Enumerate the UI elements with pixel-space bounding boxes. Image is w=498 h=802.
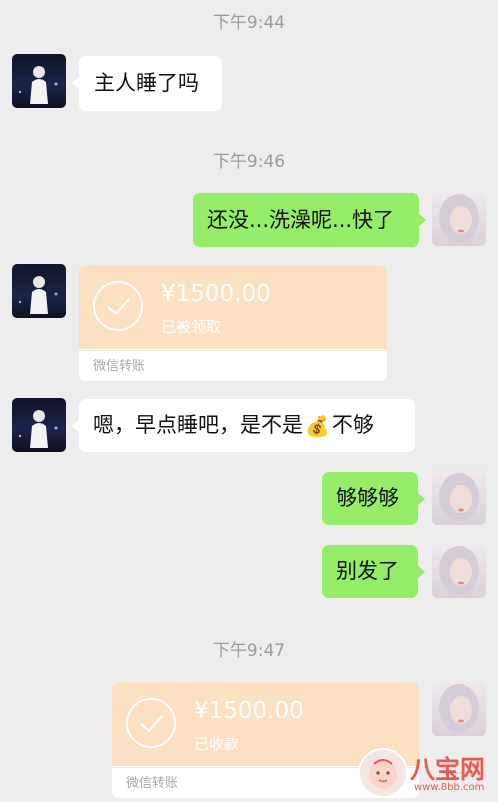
message-text: 主人睡了吗 bbox=[94, 71, 199, 95]
money-bag-icon: 💰 bbox=[305, 413, 330, 438]
transfer-amount: ¥1500.00 bbox=[194, 698, 304, 724]
checkmark-icon bbox=[126, 698, 176, 748]
baby-face-logo-icon bbox=[358, 748, 408, 798]
message-bubble-sent[interactable]: 够够够 bbox=[322, 472, 425, 525]
message-bubble-received[interactable]: 嗯，早点睡吧，是不是 💰 不够 bbox=[72, 399, 415, 452]
transfer-status: 已被领取 bbox=[161, 318, 222, 336]
message-bubble-received[interactable]: 主人睡了吗 bbox=[72, 56, 222, 111]
user-avatar[interactable] bbox=[432, 192, 486, 246]
person-silhouette-icon bbox=[18, 410, 58, 448]
transfer-status: 已收款 bbox=[194, 735, 240, 753]
watermark-url: www.8bb.com bbox=[414, 782, 485, 793]
contact-avatar[interactable] bbox=[12, 264, 66, 318]
message-text: 还没...洗澡呢...快了 bbox=[207, 207, 395, 232]
person-silhouette-icon bbox=[18, 276, 58, 314]
timestamp: 下午9:46 bbox=[212, 152, 286, 172]
transfer-amount: ¥1500.00 bbox=[161, 281, 271, 307]
message-text: 够够够 bbox=[336, 486, 399, 510]
watermark: 八宝网 www.8bb.com bbox=[358, 748, 498, 802]
message-bubble-sent[interactable]: 还没...洗澡呢...快了 bbox=[193, 193, 426, 247]
contact-avatar[interactable] bbox=[12, 398, 66, 452]
portrait-icon bbox=[439, 194, 479, 242]
message-bubble-sent[interactable]: 别发了 bbox=[322, 545, 425, 598]
message-text: 不够 bbox=[331, 413, 374, 437]
message-text: 嗯，早点睡吧，是不是 bbox=[93, 413, 303, 437]
watermark-text: 八宝网 bbox=[410, 755, 486, 784]
portrait-icon bbox=[439, 684, 479, 732]
message-text: 别发了 bbox=[336, 559, 399, 583]
transfer-label: 微信转账 bbox=[93, 359, 146, 374]
timestamp: 下午9:44 bbox=[212, 13, 286, 33]
user-avatar[interactable] bbox=[432, 544, 486, 598]
transfer-label: 微信转账 bbox=[126, 776, 179, 791]
user-avatar[interactable] bbox=[432, 471, 486, 525]
transfer-card[interactable]: ¥1500.00 已被领取 微信转账 bbox=[79, 265, 387, 381]
portrait-icon bbox=[439, 546, 479, 594]
person-silhouette-icon bbox=[18, 66, 58, 104]
user-avatar[interactable] bbox=[432, 682, 486, 736]
contact-avatar[interactable] bbox=[12, 54, 66, 108]
portrait-icon bbox=[439, 473, 479, 521]
checkmark-icon bbox=[93, 281, 143, 331]
timestamp: 下午9:47 bbox=[212, 641, 286, 661]
